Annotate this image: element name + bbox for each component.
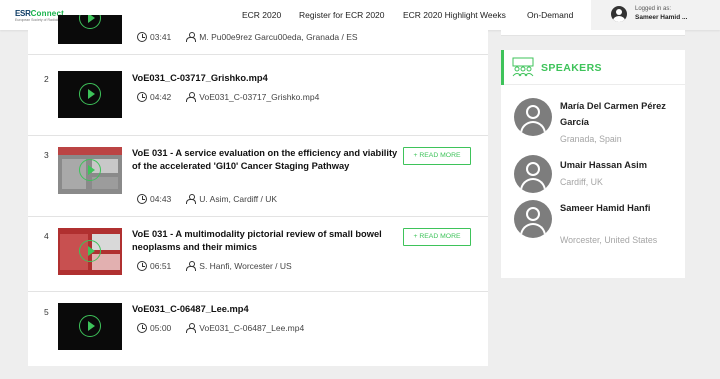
- video-row[interactable]: 03:41 M. Pu00e9rez Garcu00eda, Granada /…: [28, 0, 488, 55]
- login-label: Logged in as:: [635, 6, 672, 12]
- speakers-icon: [512, 57, 534, 77]
- video-number: 5: [44, 307, 49, 317]
- video-meta: 05:00 VoE031_C-06487_Lee.mp4: [137, 323, 304, 333]
- play-icon[interactable]: [79, 15, 101, 29]
- play-icon[interactable]: [79, 240, 101, 262]
- video-number: 3: [44, 150, 49, 160]
- video-duration: 06:51: [150, 261, 172, 271]
- user-avatar-icon: [611, 6, 627, 22]
- speaker-avatar: [514, 155, 552, 193]
- login-box[interactable]: Logged in as: Sameer Hamid ...: [591, 0, 720, 30]
- video-speaker: U. Asim, Cardiff / UK: [199, 194, 278, 204]
- read-more-button[interactable]: + READ MORE: [403, 228, 471, 246]
- video-duration: 05:00: [150, 323, 172, 333]
- speaker-location: Granada, Spain: [560, 134, 622, 144]
- video-row[interactable]: 3 VoE 031 - A service evaluation on the …: [28, 136, 488, 217]
- person-icon: [185, 32, 197, 42]
- video-thumbnail[interactable]: [58, 303, 122, 350]
- speaker-avatar: [514, 200, 552, 238]
- login-username: Sameer Hamid ...: [635, 14, 688, 21]
- video-number: 2: [44, 74, 49, 84]
- video-meta: 03:41 M. Pu00e9rez Garcu00eda, Granada /…: [137, 32, 358, 42]
- video-thumbnail[interactable]: [58, 147, 122, 194]
- video-number: 4: [44, 231, 49, 241]
- video-meta: 04:42 VoE031_C-03717_Grishko.mp4: [137, 92, 319, 102]
- video-speaker: VoE031_C-03717_Grishko.mp4: [199, 92, 320, 102]
- clock-icon: [137, 32, 147, 42]
- video-meta: 06:51 S. Hanfi, Worcester / US: [137, 261, 292, 271]
- video-title[interactable]: VoE031_C-06487_Lee.mp4: [132, 303, 400, 316]
- speakers-title: SPEAKERS: [541, 62, 602, 74]
- accent-bar: [501, 50, 504, 85]
- speakers-header: SPEAKERS: [501, 50, 685, 85]
- speaker-name[interactable]: Umair Hassan Asim: [560, 157, 678, 173]
- read-more-button[interactable]: + READ MORE: [403, 147, 471, 165]
- play-icon[interactable]: [79, 159, 101, 181]
- video-row[interactable]: 4 VoE 031 - A multimodality pictorial re…: [28, 217, 488, 292]
- video-speaker: M. Pu00e9rez Garcu00eda, Granada / ES: [199, 32, 358, 42]
- video-thumbnail[interactable]: [58, 228, 122, 275]
- clock-icon: [137, 261, 147, 271]
- video-thumbnail[interactable]: [58, 71, 122, 118]
- video-title[interactable]: VoE031_C-03717_Grishko.mp4: [132, 72, 400, 85]
- person-icon: [185, 92, 197, 102]
- speaker-name[interactable]: María Del Carmen Pérez García: [560, 98, 678, 130]
- video-duration: 04:42: [150, 92, 172, 102]
- speaker-name[interactable]: Sameer Hamid Hanfi: [560, 200, 678, 216]
- video-duration: 04:43: [150, 194, 172, 204]
- person-icon: [185, 261, 197, 271]
- sidebar-panel-top: [501, 30, 685, 36]
- clock-icon: [137, 194, 147, 204]
- video-title[interactable]: VoE 031 - A service evaluation on the ef…: [132, 147, 400, 173]
- video-duration: 03:41: [150, 32, 172, 42]
- speaker-avatar: [514, 98, 552, 136]
- video-thumbnail[interactable]: [58, 15, 122, 44]
- video-row[interactable]: 2 VoE031_C-03717_Grishko.mp4 04:42 VoE03…: [28, 55, 488, 136]
- speakers-panel: SPEAKERS María Del Carmen Pérez García G…: [501, 50, 685, 278]
- video-speaker: VoE031_C-06487_Lee.mp4: [199, 323, 305, 333]
- video-speaker: S. Hanfi, Worcester / US: [199, 261, 292, 271]
- clock-icon: [137, 323, 147, 333]
- video-title[interactable]: VoE 031 - A multimodality pictorial revi…: [132, 228, 400, 254]
- play-icon[interactable]: [79, 315, 101, 337]
- video-row[interactable]: 5 VoE031_C-06487_Lee.mp4 05:00 VoE031_C-…: [28, 292, 488, 366]
- video-meta: 04:43 U. Asim, Cardiff / UK: [137, 194, 277, 204]
- speaker-location: Worcester, United States: [560, 235, 658, 245]
- video-list: 03:41 M. Pu00e9rez Garcu00eda, Granada /…: [28, 15, 488, 366]
- nav-on-demand[interactable]: On-Demand: [527, 10, 573, 20]
- clock-icon: [137, 92, 147, 102]
- speaker-location: Cardiff, UK: [560, 177, 603, 187]
- person-icon: [185, 194, 197, 204]
- play-icon[interactable]: [79, 83, 101, 105]
- person-icon: [185, 323, 197, 333]
